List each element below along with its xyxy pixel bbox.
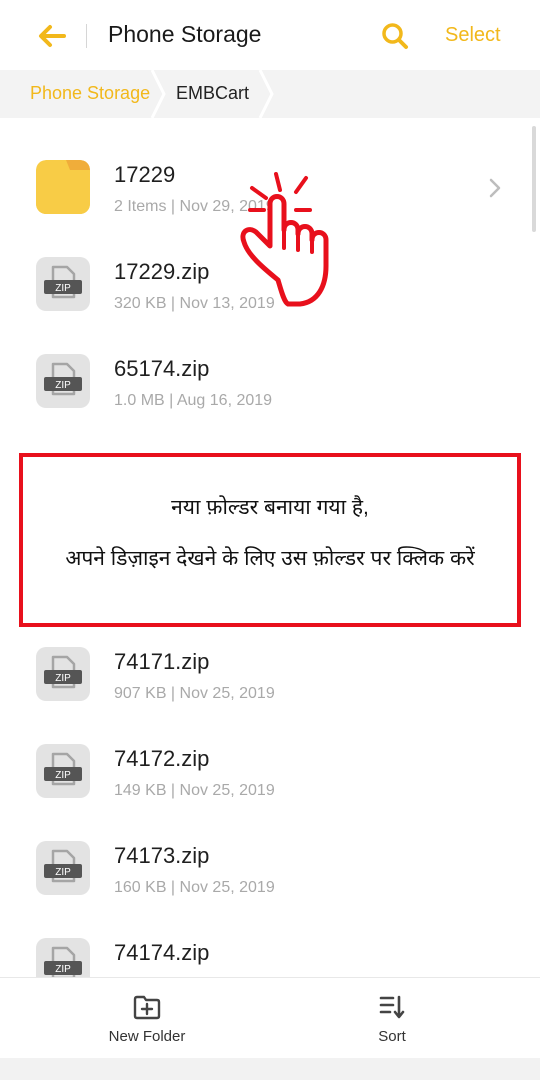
search-icon bbox=[382, 23, 408, 49]
zip-file-icon: ZIP bbox=[36, 647, 90, 701]
breadcrumb-separator-icon bbox=[150, 70, 166, 118]
breadcrumb: Phone Storage EMBCart bbox=[0, 70, 540, 118]
annotation-line-2: अपने डिज़ाइन देखने के लिए उस फ़ोल्डर पर … bbox=[65, 547, 475, 570]
zip-file-icon: ZIP bbox=[36, 257, 90, 311]
select-button[interactable]: Select bbox=[445, 24, 501, 47]
zip-badge-label: ZIP bbox=[55, 867, 71, 878]
file-list-item-zip[interactable]: ZIP 74173.zip 160 KB | Nov 25, 2019 bbox=[0, 819, 540, 916]
file-list-item-zip[interactable]: ZIP 65174.zip 1.0 MB | Aug 16, 2019 bbox=[0, 332, 540, 429]
file-name: 65174.zip bbox=[114, 356, 210, 381]
sort-label: Sort bbox=[378, 1028, 406, 1045]
sort-icon bbox=[379, 995, 405, 1019]
back-arrow-icon bbox=[39, 25, 66, 47]
file-name: 74171.zip bbox=[114, 649, 210, 674]
new-folder-label: New Folder bbox=[108, 1028, 186, 1045]
app-bar-divider bbox=[86, 24, 87, 48]
breadcrumb-separator-icon bbox=[258, 70, 274, 118]
bottom-action-bar: New Folder Sort bbox=[0, 977, 540, 1058]
file-meta: 149 KB | Nov 25, 2019 bbox=[114, 782, 275, 799]
new-folder-button[interactable]: New Folder bbox=[47, 978, 247, 1058]
zip-file-icon: ZIP bbox=[36, 354, 90, 408]
tap-hand-icon bbox=[240, 172, 329, 307]
search-button[interactable] bbox=[380, 21, 410, 51]
zip-badge-label: ZIP bbox=[55, 380, 71, 391]
file-name: 74174.zip bbox=[114, 940, 210, 965]
file-list-item-zip[interactable]: ZIP 74171.zip 907 KB | Nov 25, 2019 bbox=[0, 625, 540, 722]
app-bar: Phone Storage Select bbox=[0, 0, 540, 70]
folder-icon bbox=[36, 160, 90, 214]
file-name: 74173.zip bbox=[114, 843, 210, 868]
back-button[interactable] bbox=[34, 20, 70, 52]
file-meta: 160 KB | Nov 25, 2019 bbox=[114, 879, 275, 896]
annotation-line-1: नया फ़ोल्डर बनाया गया है, bbox=[171, 496, 369, 519]
file-meta: 907 KB | Nov 25, 2019 bbox=[114, 685, 275, 702]
file-list-item-zip[interactable]: ZIP 74172.zip 149 KB | Nov 25, 2019 bbox=[0, 722, 540, 819]
breadcrumb-item-phone-storage[interactable]: Phone Storage bbox=[30, 83, 150, 104]
breadcrumb-item-embcart[interactable]: EMBCart bbox=[176, 83, 249, 104]
zip-badge-label: ZIP bbox=[55, 673, 71, 684]
system-nav-strip bbox=[0, 1058, 540, 1080]
zip-file-icon: ZIP bbox=[36, 744, 90, 798]
instruction-annotation-box: नया फ़ोल्डर बनाया गया है, अपने डिज़ाइन द… bbox=[19, 453, 521, 627]
page-title: Phone Storage bbox=[108, 21, 262, 47]
file-name: 17229.zip bbox=[114, 259, 210, 284]
new-folder-icon bbox=[133, 995, 161, 1020]
zip-badge-label: ZIP bbox=[55, 283, 71, 294]
file-name: 74172.zip bbox=[114, 746, 210, 771]
zip-badge-label: ZIP bbox=[55, 964, 71, 975]
chevron-right-icon bbox=[489, 178, 501, 198]
sort-button[interactable]: Sort bbox=[292, 978, 492, 1058]
scrollbar[interactable] bbox=[532, 126, 536, 232]
file-name: 17229 bbox=[114, 162, 176, 187]
zip-file-icon: ZIP bbox=[36, 841, 90, 895]
zip-badge-label: ZIP bbox=[55, 770, 71, 781]
file-meta: 1.0 MB | Aug 16, 2019 bbox=[114, 392, 273, 409]
